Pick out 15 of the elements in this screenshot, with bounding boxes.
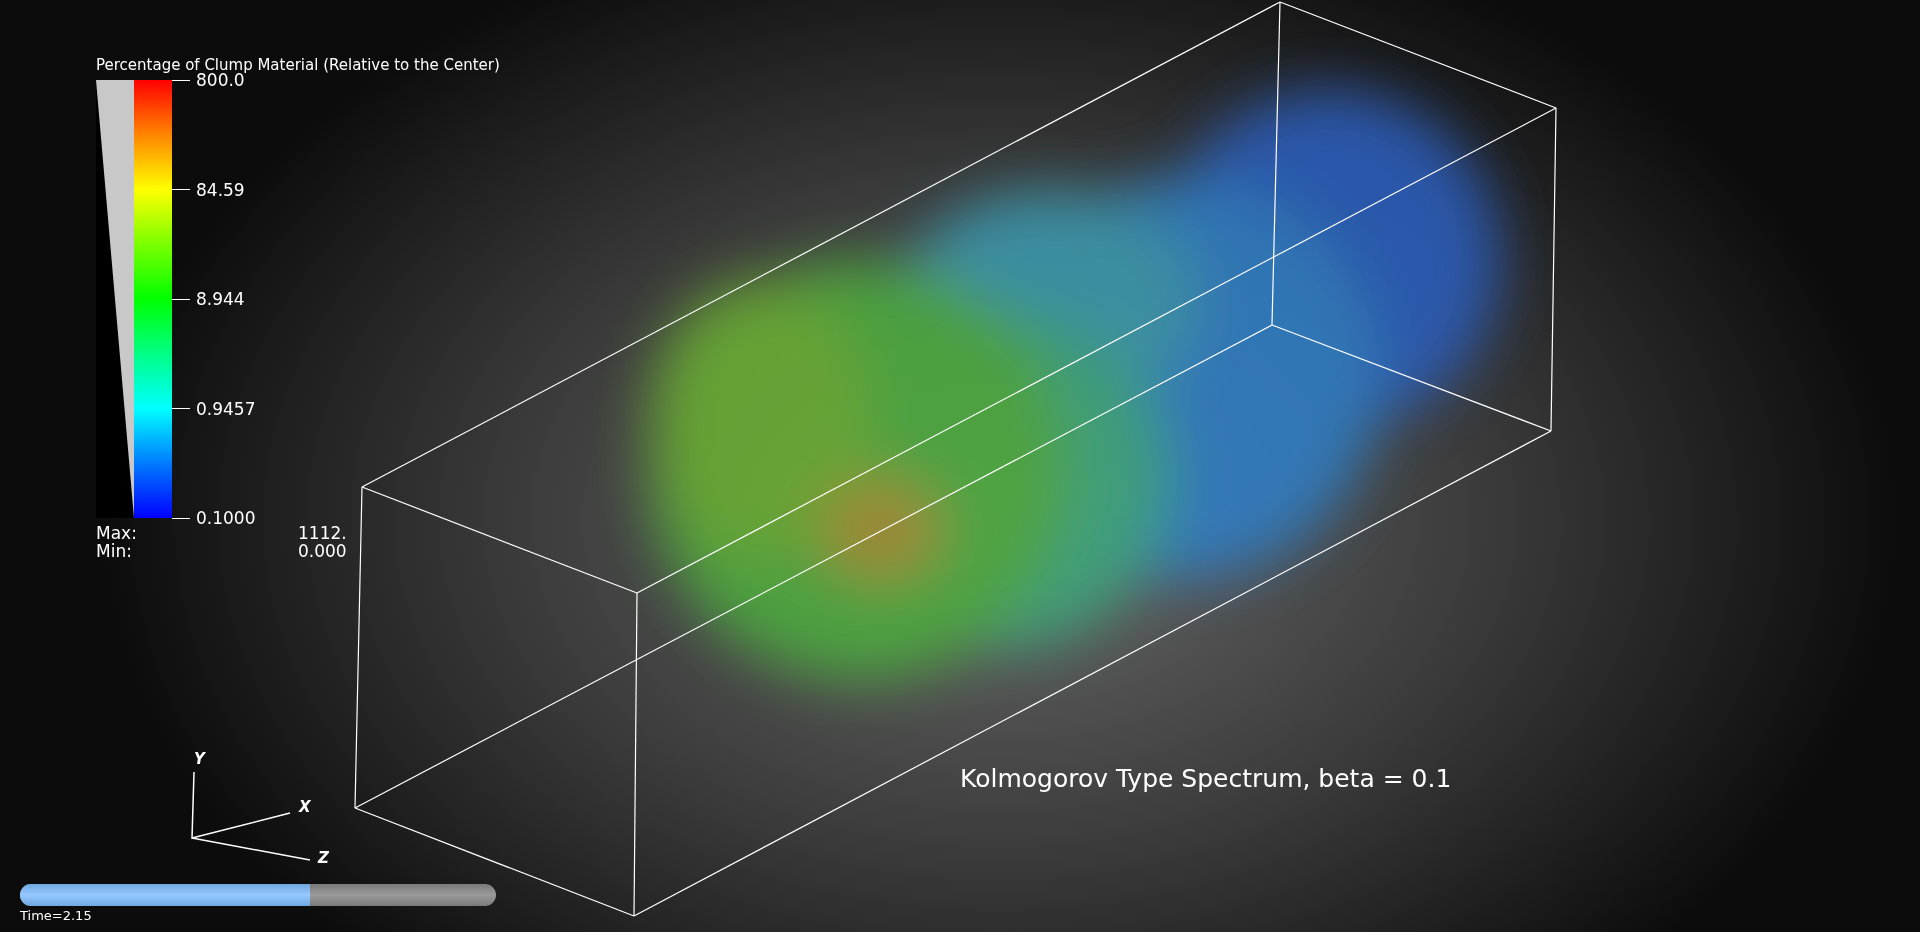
max-label: Max:	[96, 524, 138, 542]
z-axis-label: Z	[318, 849, 329, 867]
annotation-text: Kolmogorov Type Spectrum, beta = 0.1	[960, 764, 1452, 793]
y-axis-label: Y	[194, 750, 205, 768]
tick-label: 0.1000	[196, 508, 256, 528]
tick-label: 8.944	[196, 289, 245, 309]
x-axis-label: X	[299, 798, 311, 816]
min-label: Min:	[96, 542, 133, 560]
opacity-ramp-icon	[96, 80, 134, 518]
time-slider[interactable]	[20, 884, 496, 906]
max-value: 1112.	[298, 524, 348, 542]
tick-label: 0.9457	[196, 398, 256, 419]
time-label: Time=2.15	[20, 908, 93, 923]
tick-label: 84.59	[196, 179, 245, 200]
min-value: 0.000	[298, 542, 348, 560]
